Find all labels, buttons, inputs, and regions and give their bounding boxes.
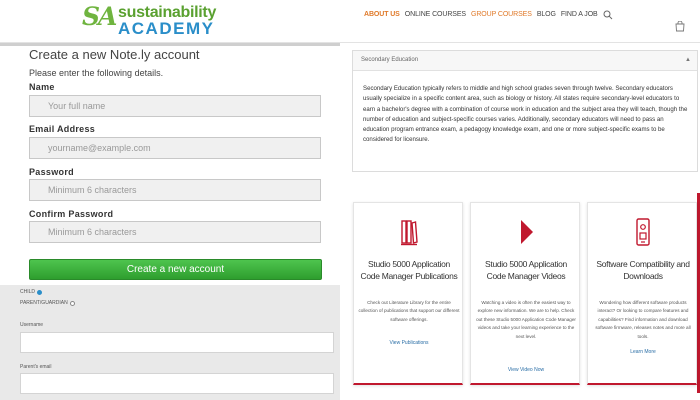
view-video-link[interactable]: View Video Now: [475, 367, 577, 373]
parent-guardian-option[interactable]: PARENT/GUARDIAN: [20, 300, 75, 306]
parent-email-label: Parent's email: [20, 364, 52, 370]
learn-more-link[interactable]: Learn More: [592, 349, 694, 355]
site-header: SA sustainability ACADEMY ABOUT US ONLIN…: [0, 0, 700, 43]
form-title: Create a new Note.ly account: [29, 47, 200, 62]
logo-text-academy: ACADEMY: [118, 19, 215, 38]
username-label: Username: [20, 322, 44, 328]
form-subtitle: Please enter the following details.: [29, 68, 164, 78]
email-label: Email Address: [29, 124, 96, 134]
password-input[interactable]: Minimum 6 characters: [29, 179, 321, 201]
create-account-button[interactable]: Create a new account: [29, 259, 322, 280]
parent-guardian-radio[interactable]: [69, 300, 75, 306]
nav-group-courses[interactable]: GROUP COURSES: [471, 11, 532, 18]
card-description: Check out Literature Library for the ent…: [358, 300, 460, 322]
child-option[interactable]: CHILD: [20, 289, 43, 295]
cart-icon[interactable]: [675, 21, 685, 32]
secondary-education-accordion: Secondary Education ▲ Secondary Educatio…: [352, 50, 698, 172]
compatibility-icon: [636, 218, 650, 246]
card-title: Studio 5000 Application Code Manager Vid…: [485, 259, 567, 281]
child-radio[interactable]: [37, 289, 43, 295]
nav-blog[interactable]: BLOG: [537, 11, 556, 18]
card-videos: Studio 5000 Application Code Manager Vid…: [470, 202, 580, 385]
child-option-label: CHILD: [20, 289, 36, 295]
chevron-up-icon[interactable]: ▲: [685, 57, 691, 63]
password-label: Password: [29, 167, 74, 177]
card-description: Wondering how different software product…: [595, 300, 691, 339]
accordion-title: Secondary Education: [361, 57, 419, 63]
accordion-body: Secondary Education typically refers to …: [363, 85, 688, 144]
accordion-header[interactable]: Secondary Education ▲: [353, 51, 697, 71]
search-icon[interactable]: [603, 10, 613, 20]
parent-guardian-option-label: PARENT/GUARDIAN: [20, 300, 68, 306]
card-title: Software Compatibility and Downloads: [596, 259, 690, 281]
card-publications: Studio 5000 Application Code Manager Pub…: [353, 202, 463, 385]
nav-online-courses[interactable]: ONLINE COURSES: [405, 11, 466, 18]
card-title: Studio 5000 Application Code Manager Pub…: [360, 259, 458, 281]
account-type-section: CHILD PARENT/GUARDIAN Username Parent's …: [0, 285, 340, 400]
nav-about-us[interactable]: ABOUT US: [364, 11, 400, 18]
books-icon: [401, 220, 418, 246]
card-description: Watching a video is often the easiest wa…: [476, 300, 576, 339]
confirm-password-label: Confirm Password: [29, 209, 114, 219]
play-icon: [521, 220, 533, 244]
name-label: Name: [29, 82, 55, 92]
logo-mark: SA: [82, 2, 117, 31]
username-input[interactable]: [20, 332, 334, 353]
site-logo[interactable]: SA sustainability ACADEMY: [82, 2, 252, 38]
confirm-password-input[interactable]: Minimum 6 characters: [29, 221, 321, 243]
main-nav: ABOUT US ONLINE COURSES GROUP COURSES BL…: [364, 11, 598, 18]
card-software-compatibility: Software Compatibility and Downloads Won…: [587, 202, 697, 385]
email-input[interactable]: yourname@example.com: [29, 137, 321, 159]
nav-find-a-job[interactable]: FIND A JOB: [561, 11, 598, 18]
view-publications-link[interactable]: View Publications: [358, 340, 460, 346]
parent-email-input[interactable]: [20, 373, 334, 394]
name-input[interactable]: Your full name: [29, 95, 321, 117]
